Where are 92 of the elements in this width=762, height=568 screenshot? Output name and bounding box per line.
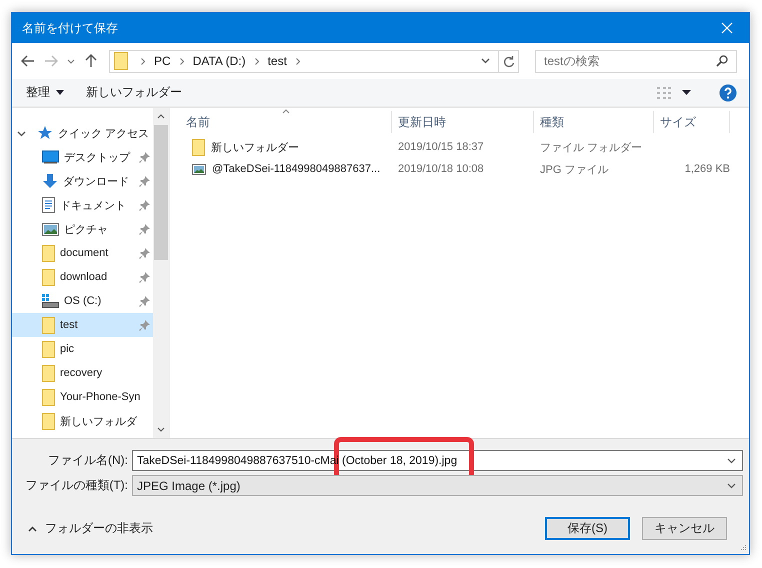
file-type: JPG ファイル <box>540 162 608 176</box>
column-header[interactable]: 名前 <box>170 111 392 133</box>
file-type-label: ファイルの種類(T): <box>24 477 129 494</box>
sidebar-item[interactable]: test <box>12 313 153 337</box>
back-arrow-icon <box>20 55 35 67</box>
folder-icon <box>42 388 55 406</box>
details-view-icon <box>656 86 672 98</box>
sidebar-item[interactable]: 新しいフォルダ <box>12 409 153 433</box>
star-icon <box>37 125 53 141</box>
chevron-icon <box>296 58 300 64</box>
file-size: 1,269 KB <box>684 163 730 175</box>
help-button[interactable] <box>719 84 737 102</box>
file-name[interactable]: @TakeDSei-1184998049887637... <box>212 163 380 175</box>
sidebar-item[interactable]: download <box>12 265 153 289</box>
sidebar-item-label: ドキュメント <box>60 198 126 212</box>
cancel-button[interactable]: キャンセル <box>642 517 727 540</box>
image-file-icon <box>192 164 206 174</box>
up-arrow-icon <box>85 54 98 68</box>
expand-icon[interactable] <box>17 128 26 138</box>
breadcrumb-item[interactable]: PC <box>154 54 171 68</box>
dropdown-icon[interactable] <box>481 58 490 64</box>
column-header[interactable]: 更新日時 <box>392 111 534 133</box>
caret-icon <box>682 90 691 95</box>
modified-date: 2019/10/15 18:37 <box>398 141 484 153</box>
sidebar-item-label: 新しいフォルダ <box>60 414 137 428</box>
file-name-label: ファイル名(N): <box>47 452 129 469</box>
sidebar-item-label: クイック アクセス <box>58 126 150 140</box>
sidebar-item-label: Your-Phone-Syn <box>60 391 140 403</box>
drive-icon <box>42 294 59 308</box>
search-input[interactable]: testの検索 <box>544 54 716 68</box>
search-icon <box>716 55 728 67</box>
sidebar-item-label: document <box>60 247 108 259</box>
sidebar-item-label: OS (C:) <box>64 295 102 307</box>
sidebar-item-label: ダウンロード <box>63 174 129 188</box>
sidebar-item-label: test <box>60 319 78 331</box>
caret-icon <box>56 90 64 95</box>
sidebar-item[interactable]: クイック アクセス <box>12 121 153 145</box>
resize-grip-icon[interactable] <box>739 544 747 552</box>
file-type: ファイル フォルダー <box>540 140 642 154</box>
window-title: 名前を付けて保存 <box>22 20 119 36</box>
dropdown-icon[interactable] <box>727 482 736 488</box>
breadcrumb-item[interactable]: test <box>268 54 287 68</box>
column-header[interactable]: 種類 <box>534 111 654 133</box>
folder-icon <box>42 340 55 358</box>
sidebar-item-label: pic <box>60 343 74 355</box>
sidebar-item[interactable]: ダウンロード <box>12 169 153 193</box>
sidebar-item-label: recovery <box>60 367 102 379</box>
sidebar-item[interactable]: ピクチャ <box>12 217 153 241</box>
dropdown-icon[interactable] <box>727 458 736 464</box>
save-button[interactable]: 保存(S) <box>545 517 630 540</box>
chevron-icon <box>254 58 259 64</box>
sidebar-item-label: デスクトップ <box>64 150 130 164</box>
folder-icon <box>42 412 55 430</box>
file-name[interactable]: 新しいフォルダー <box>211 140 299 154</box>
sidebar-item[interactable]: document <box>12 241 153 265</box>
chevron-icon <box>180 58 184 64</box>
sidebar-item[interactable]: pic <box>12 337 153 361</box>
folder-icon <box>192 138 205 156</box>
close-icon <box>721 22 733 34</box>
picture-icon <box>42 222 59 236</box>
search-field[interactable]: testの検索 <box>535 50 738 72</box>
folder-icon <box>42 364 55 382</box>
desktop-icon <box>42 150 59 164</box>
scrollbar[interactable] <box>153 108 169 438</box>
folder-icon <box>42 316 55 334</box>
download-icon <box>42 173 58 189</box>
scroll-thumb[interactable] <box>154 125 168 260</box>
sidebar-item-label: download <box>60 271 108 283</box>
breadcrumb-item[interactable]: DATA (D:) <box>192 54 246 68</box>
sidebar-item[interactable]: OS (C:) <box>12 289 153 313</box>
new-folder-button[interactable]: 新しいフォルダー <box>82 82 186 103</box>
hide-folders-button[interactable]: フォルダーの非表示 <box>22 520 153 537</box>
chevron-icon <box>141 58 146 64</box>
organize-menu-button[interactable]: 整理 <box>22 82 68 103</box>
document-icon <box>42 197 55 213</box>
folder-icon <box>42 268 55 286</box>
address-bar[interactable]: PC DATA (D:) test <box>109 50 520 72</box>
modified-date: 2019/10/18 10:08 <box>398 163 484 175</box>
column-header[interactable]: サイズ <box>654 111 730 133</box>
sidebar-item[interactable]: Your-Phone-Syn <box>12 385 153 409</box>
file-type-dropdown[interactable]: JPEG Image (*.jpg) <box>132 475 743 496</box>
sidebar-item[interactable]: ドキュメント <box>12 193 153 217</box>
chevron-up-icon <box>28 526 37 532</box>
folder-icon <box>114 52 128 70</box>
folder-icon <box>42 244 55 262</box>
sidebar-item[interactable]: recovery <box>12 361 153 385</box>
chevron-down-icon <box>67 58 76 64</box>
help-icon <box>719 84 737 102</box>
sidebar-item-label: ピクチャ <box>64 222 108 236</box>
refresh-icon <box>502 54 515 68</box>
forward-arrow-icon <box>44 55 58 67</box>
sidebar-item[interactable]: デスクトップ <box>12 145 153 169</box>
